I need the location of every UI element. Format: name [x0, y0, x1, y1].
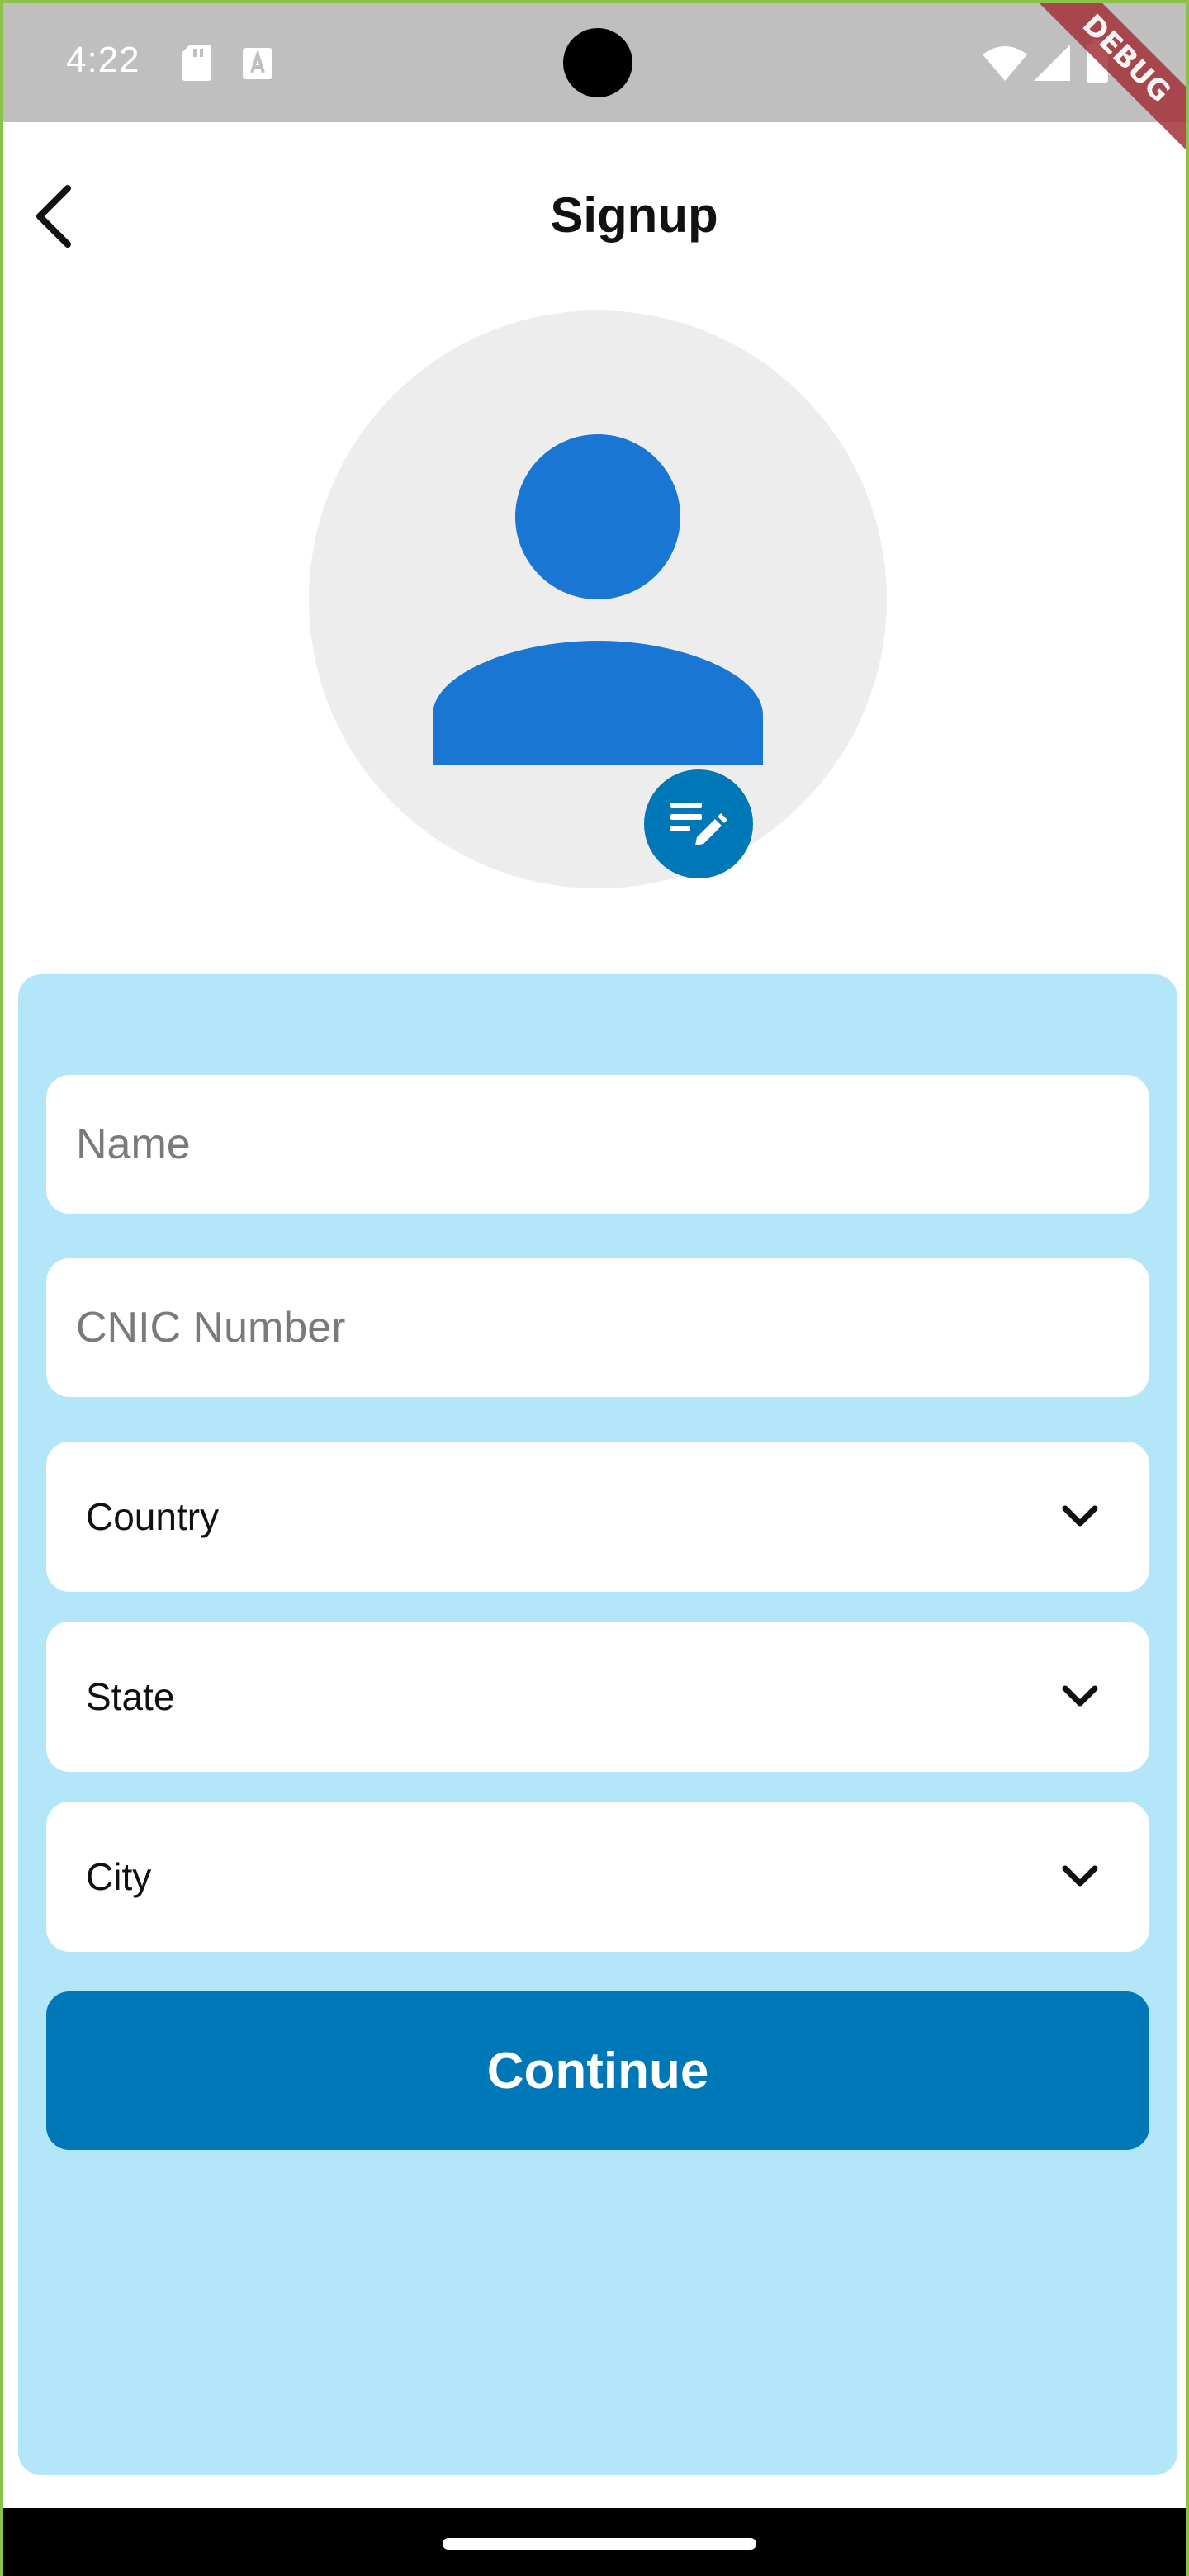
camera-cutout [563, 28, 632, 97]
cnic-input[interactable] [46, 1303, 1149, 1352]
signup-screen: 4:22 DEBUG Signup Name CNIC Number Count… [0, 0, 1189, 2576]
country-label: Country [86, 1495, 220, 1538]
chevron-down-icon [1062, 1505, 1098, 1527]
cnic-field[interactable] [46, 1258, 1149, 1397]
keyboard-icon [243, 48, 272, 79]
state-label: State [86, 1675, 175, 1718]
status-bar: 4:22 DEBUG [3, 3, 1186, 163]
continue-button[interactable]: Continue [46, 1991, 1149, 2150]
sd-card-icon [182, 45, 211, 81]
city-label: City [86, 1855, 152, 1898]
status-time: 4:22 [66, 40, 140, 80]
name-field[interactable] [46, 1075, 1149, 1214]
name-input[interactable] [46, 1120, 1149, 1169]
chevron-down-icon [1062, 1685, 1098, 1707]
edit-note-icon [670, 803, 727, 845]
cellular-icon [1034, 45, 1070, 81]
system-nav-bar [3, 2508, 1186, 2576]
signup-form: Country State City Continue [18, 974, 1177, 2475]
person-icon [433, 434, 763, 765]
profile-avatar[interactable] [309, 310, 887, 888]
chevron-down-icon [1062, 1865, 1098, 1887]
country-dropdown[interactable]: Country [46, 1442, 1149, 1592]
city-dropdown[interactable]: City [46, 1802, 1149, 1952]
wifi-icon [983, 46, 1027, 81]
edit-avatar-button[interactable] [644, 769, 753, 878]
home-indicator[interactable] [443, 2538, 756, 2550]
state-dropdown[interactable]: State [46, 1622, 1149, 1772]
page-title: Signup [550, 187, 718, 243]
